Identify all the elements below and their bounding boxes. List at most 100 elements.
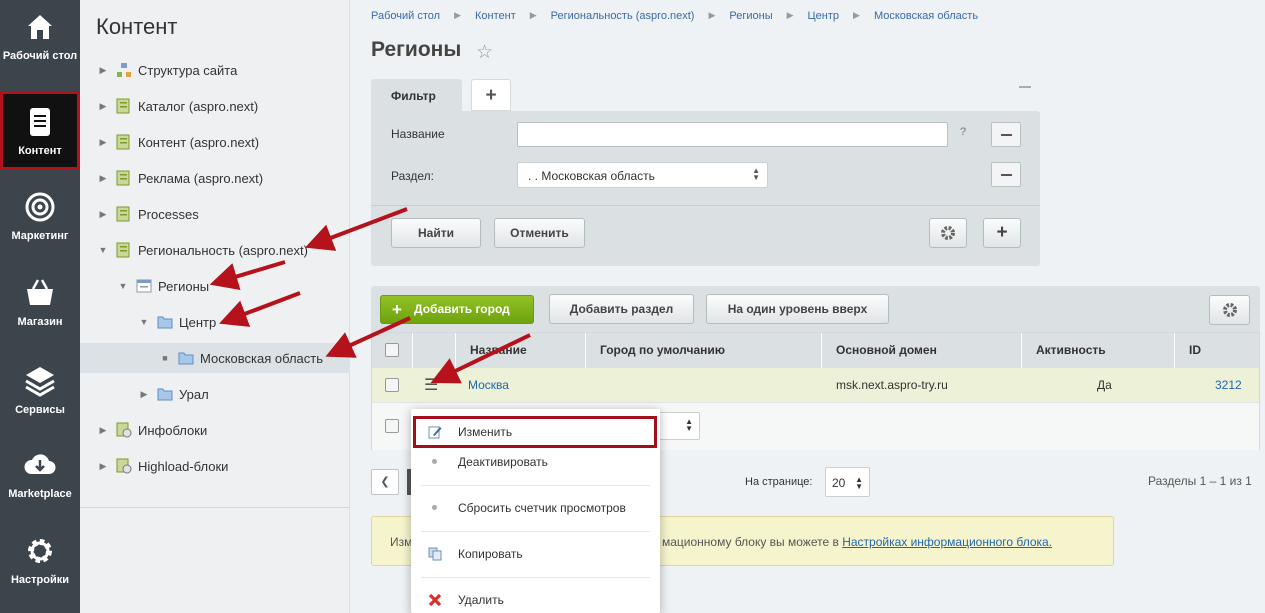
name-filter-input[interactable] [517,122,948,147]
column-header-default-city[interactable]: Город по умолчанию [585,333,821,368]
expand-arrow-icon[interactable]: ▶ [98,173,108,184]
column-header-active[interactable]: Активность [1021,333,1174,368]
tree-item-content-aspro[interactable]: ▶ Контент (aspro.next) [80,127,350,157]
star-icon[interactable]: ☆ [476,41,493,64]
menu-item-copy[interactable]: Копировать [411,539,660,569]
group-checkbox[interactable] [385,419,399,433]
tree-item-center[interactable]: ▼ Центр [80,307,350,337]
minimize-filter-icon[interactable] [1019,86,1031,88]
tree-item-label: Региональность (aspro.next) [138,242,308,258]
tree-item-label: Highload-блоки [138,458,229,474]
main-sidebar: Рабочий стол Контент Маркетинг Магазин С… [0,0,80,613]
edit-highlight-frame [413,416,657,448]
breadcrumb-item[interactable]: Контент [475,10,516,22]
sidebar-item-content[interactable]: Контент [0,91,80,170]
remove-section-filter-button[interactable] [991,162,1021,187]
menu-item-label: Сбросить счетчик просмотров [458,501,626,515]
tree-item-moscow-region[interactable]: ■ Московская область [80,343,350,373]
breadcrumb-item[interactable]: Региональность (aspro.next) [551,10,695,22]
sidebar-item-settings[interactable]: Настройки [0,534,80,589]
id-link[interactable]: 3212 [1215,378,1242,392]
tree-item-site-structure[interactable]: ▶ Структура сайта [80,55,350,85]
tree-item-highload[interactable]: ▶ Highload-блоки [80,451,350,481]
iblock-settings-link[interactable]: Настройках информационного блока. [842,535,1052,549]
bullet-icon: ■ [162,353,168,363]
sidebar-item-services[interactable]: Сервисы [0,364,80,416]
list-settings-button[interactable] [1209,295,1250,325]
tree-item-label: Структура сайта [138,62,238,78]
expand-arrow-icon[interactable]: ▶ [98,65,108,76]
expand-arrow-icon[interactable]: ▶ [98,137,108,148]
pager-prev-button[interactable]: ❮ [371,469,399,495]
per-page-select[interactable]: 20 ▲ ▼ [825,467,870,497]
tree-item-label: Урал [179,386,209,402]
layers-icon [25,367,55,397]
table-header: Название Город по умолчанию Основной дом… [372,333,1259,368]
sidebar-item-label: Контент [18,145,62,157]
bullet-icon [432,459,437,464]
tree-item-ads[interactable]: ▶ Реклама (aspro.next) [80,163,350,193]
expand-arrow-icon[interactable]: ▶ [139,389,149,400]
column-header-domain[interactable]: Основной домен [821,333,1021,368]
add-section-button[interactable]: Добавить раздел [549,294,694,324]
chevron-right-icon: ▶ [708,10,716,20]
row-menu-icon[interactable]: ☰ [424,375,438,395]
expand-arrow-icon[interactable]: ▶ [98,425,108,436]
section-select-value: . . Московская область [528,169,655,183]
sidebar-item-label: Сервисы [15,404,65,416]
add-filter-field-button[interactable]: + [983,218,1021,248]
gear-icon [28,539,52,563]
iblock-icon [116,206,132,222]
tree-item-regionality[interactable]: ▼ Региональность (aspro.next) [80,235,350,265]
menu-item-delete[interactable]: Удалить [411,585,660,613]
tree-item-label: Центр [179,314,217,330]
expand-arrow-icon[interactable]: ▶ [98,461,108,472]
tree-item-catalog[interactable]: ▶ Каталог (aspro.next) [80,91,350,121]
active-cell: Да [1097,378,1112,392]
tree-item-regions[interactable]: ▼ Регионы [80,271,350,301]
collapse-arrow-icon[interactable]: ▼ [139,317,149,327]
sidebar-item-desktop[interactable]: Рабочий стол [0,10,80,80]
remove-name-filter-button[interactable] [991,122,1021,147]
column-header-id[interactable]: ID [1174,333,1259,368]
collapse-arrow-icon[interactable]: ▼ [98,245,108,255]
sidebar-item-label: Marketplace [8,488,72,500]
tree-item-label: Московская область [200,350,324,366]
basket-icon [27,279,53,305]
add-city-button[interactable]: + Добавить город [380,295,534,324]
tree-item-processes[interactable]: ▶ Processes [80,199,350,229]
section-select[interactable]: . . Московская область ▲ ▼ [517,162,768,188]
tree-item-ural[interactable]: ▶ Урал [80,379,350,409]
menu-item-label: Удалить [458,593,504,607]
expand-arrow-icon[interactable]: ▶ [98,101,108,112]
sidebar-item-marketplace[interactable]: Marketplace [0,448,80,500]
select-arrows-icon: ▲ ▼ [855,475,863,491]
level-up-button[interactable]: На один уровень вверх [706,294,889,324]
filter-settings-button[interactable] [929,218,967,248]
iblock-icon [116,98,132,114]
breadcrumb-item[interactable]: Регионы [729,10,772,22]
sidebar-item-marketing[interactable]: Маркетинг [0,190,80,242]
sidebar-item-shop[interactable]: Магазин [0,276,80,328]
tab-filter[interactable]: Фильтр [371,79,462,112]
column-header-name[interactable]: Название [455,333,585,368]
row-checkbox[interactable] [385,378,399,392]
help-icon[interactable]: ? [960,126,966,138]
find-button[interactable]: Найти [391,218,481,248]
menu-item-reset-counter[interactable]: Сбросить счетчик просмотров [411,493,660,523]
cancel-button[interactable]: Отменить [494,218,585,248]
sections-count: Разделы 1 – 1 из 1 [1148,474,1252,488]
chevron-right-icon: ▶ [454,10,461,20]
select-all-checkbox[interactable] [385,343,399,357]
breadcrumb-item[interactable]: Центр [808,10,840,22]
table-row[interactable]: ☰ Москва msk.next.aspro-try.ru Да 3212 [372,368,1259,402]
breadcrumb-item[interactable]: Московская область [874,10,978,22]
info-text: мационному блоку вы можете в [662,535,843,549]
expand-arrow-icon[interactable]: ▶ [98,209,108,220]
add-filter-tab-button[interactable]: + [471,79,511,111]
menu-item-deactivate[interactable]: Деактивировать [411,447,660,477]
city-name-link[interactable]: Москва [468,378,509,392]
collapse-arrow-icon[interactable]: ▼ [118,281,128,291]
breadcrumb-item[interactable]: Рабочий стол [371,10,440,22]
tree-item-infoblocks[interactable]: ▶ Инфоблоки [80,415,350,445]
